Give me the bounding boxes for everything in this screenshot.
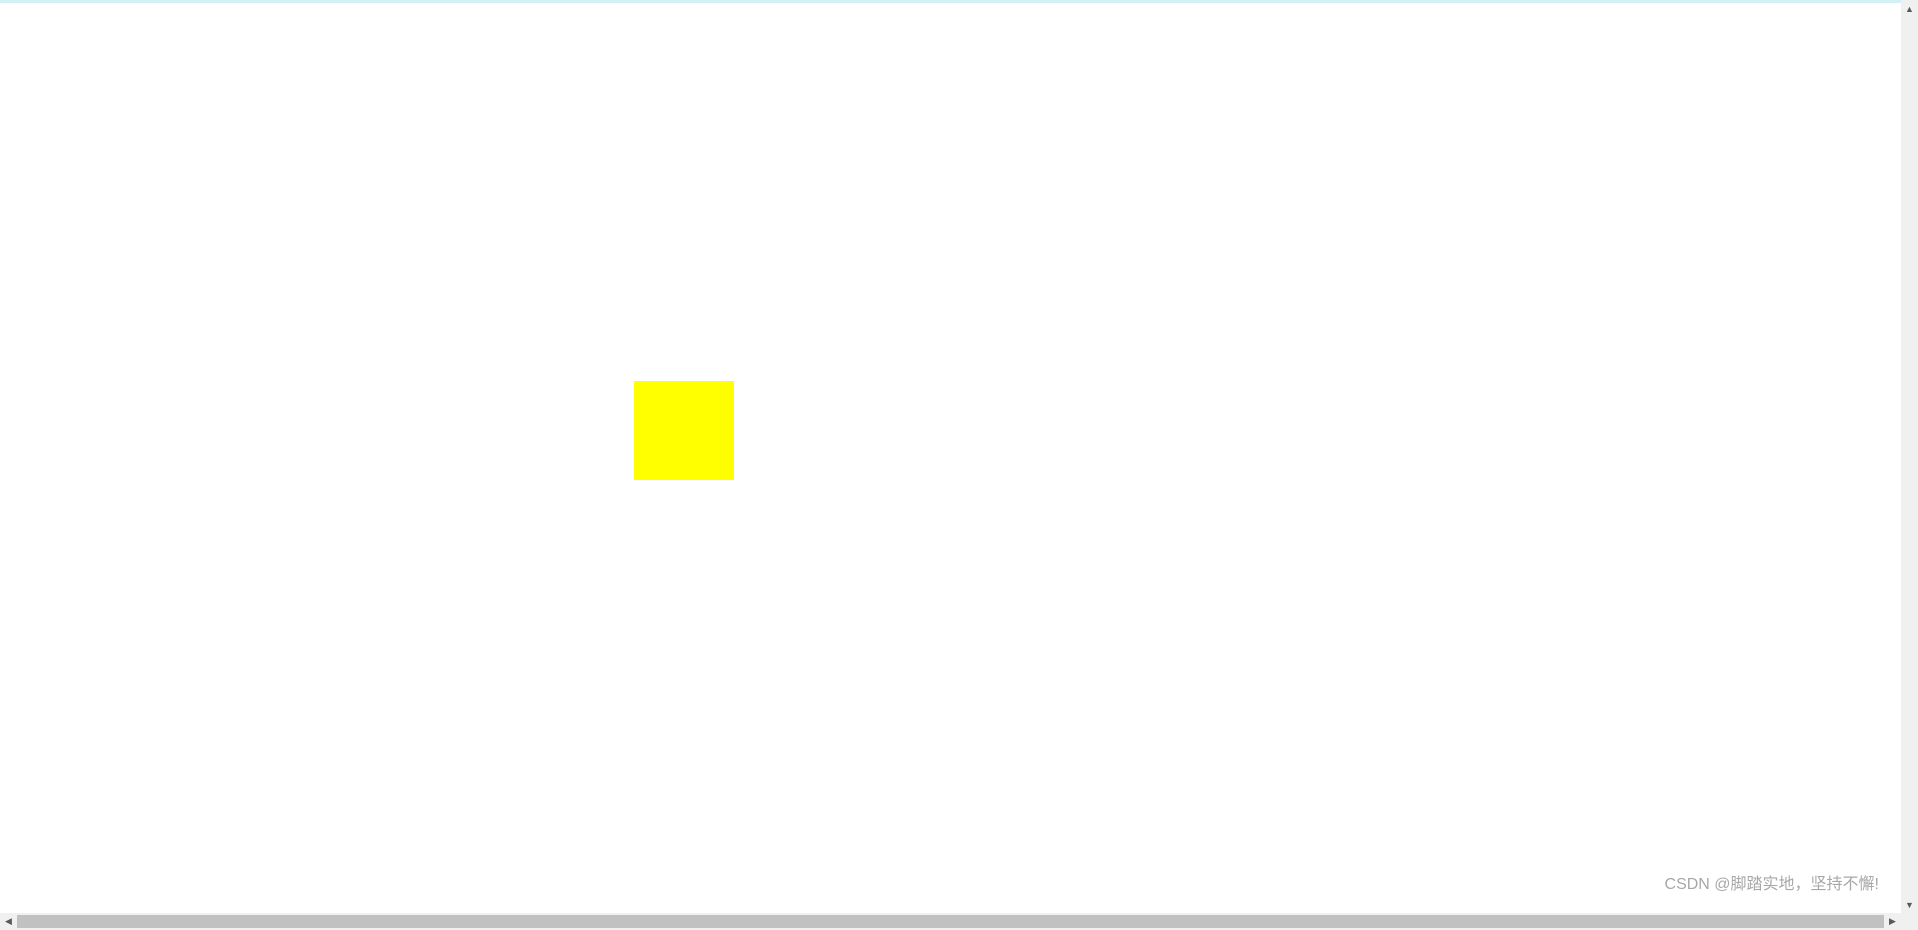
vertical-scrollbar[interactable]: ▲ ▼ (1901, 0, 1918, 913)
scroll-down-arrow-icon[interactable]: ▼ (1901, 896, 1918, 913)
viewport: CSDN @脚踏实地，坚持不懈! ▲ ▼ ◀ ▶ (0, 0, 1918, 930)
scroll-up-arrow-icon[interactable]: ▲ (1901, 0, 1918, 17)
scroll-right-arrow-icon[interactable]: ▶ (1884, 913, 1901, 930)
content-area: CSDN @脚踏实地，坚持不懈! (0, 0, 1901, 913)
vertical-scroll-track[interactable] (1901, 17, 1918, 896)
watermark-text: CSDN @脚踏实地，坚持不懈! (1665, 870, 1879, 894)
horizontal-scroll-thumb[interactable] (17, 915, 1884, 928)
yellow-square (634, 381, 734, 480)
scroll-left-arrow-icon[interactable]: ◀ (0, 913, 17, 930)
horizontal-scroll-track[interactable] (17, 913, 1884, 930)
scroll-corner (1901, 913, 1918, 930)
horizontal-scrollbar[interactable]: ◀ ▶ (0, 913, 1901, 930)
